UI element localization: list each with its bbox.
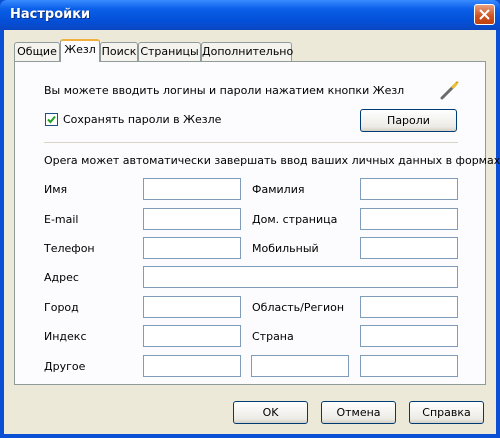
last-name-label: Фамилия [252,183,305,196]
region-field[interactable] [360,296,458,318]
window-title: Настройки [10,7,91,22]
email-field[interactable] [143,208,241,230]
address-field[interactable] [143,266,458,288]
zip-field[interactable] [143,325,241,347]
section-divider [44,142,458,143]
region-label: Область/Регион [252,301,345,314]
personal-info-intro: Opera может автоматически завершать ввод… [44,154,500,167]
phone-label: Телефон [44,242,95,255]
wand-panel: Вы можете вводить логины и пароли нажати… [14,61,500,385]
tab-general[interactable]: Общие [14,42,60,61]
address-label: Адрес [44,271,79,284]
tab-pages[interactable]: Страницы [138,42,201,61]
mobile-field[interactable] [360,237,458,259]
first-name-label: Имя [44,183,68,196]
homepage-label: Дом. страница [252,213,338,226]
dialog-body: Общие Жезл Поиск Страницы Дополнительно … [4,30,500,434]
wand-icon [440,81,459,100]
zip-label: Индекс [44,330,87,343]
passwords-button[interactable]: Пароли [360,109,457,132]
last-name-field[interactable] [360,178,458,200]
country-label: Страна [252,330,294,343]
first-name-field[interactable] [143,178,241,200]
save-passwords-checkbox[interactable] [45,113,58,126]
country-field[interactable] [360,325,458,347]
mobile-label: Мобильный [252,242,319,255]
checkmark-icon [47,115,56,124]
email-label: E-mail [44,213,79,226]
close-button[interactable] [474,4,495,25]
other-field-1[interactable] [143,355,241,377]
other-field-3[interactable] [360,355,458,377]
ok-button[interactable]: OK [233,401,308,424]
tab-search[interactable]: Поиск [100,42,138,61]
city-field[interactable] [143,296,241,318]
help-button[interactable]: Справка [409,401,484,424]
wand-intro-text: Вы можете вводить логины и пароли нажати… [44,84,405,97]
tab-advanced[interactable]: Дополнительно [201,42,293,61]
cancel-button[interactable]: Отмена [321,401,396,424]
close-icon [479,9,490,20]
homepage-field[interactable] [360,208,458,230]
phone-field[interactable] [143,237,241,259]
settings-window: Настройки Общие Жезл Поиск Страницы Допо… [0,0,500,438]
city-label: Город [44,301,79,314]
other-label: Другое [44,360,86,373]
other-field-2[interactable] [251,355,349,377]
save-passwords-label: Сохранять пароли в Жезле [63,113,222,126]
tab-wand[interactable]: Жезл [60,39,100,62]
title-bar[interactable]: Настройки [0,0,500,30]
